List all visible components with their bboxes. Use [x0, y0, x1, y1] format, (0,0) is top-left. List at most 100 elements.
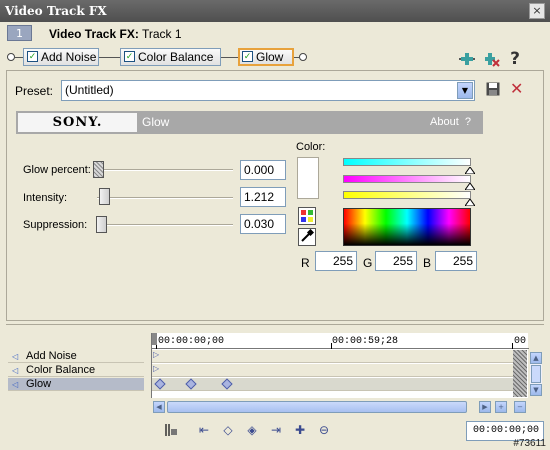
magenta-slider-pointer[interactable]	[465, 183, 475, 190]
delete-preset-icon[interactable]: ✕	[510, 80, 523, 98]
about-link[interactable]: About ?	[430, 116, 471, 128]
panel-divider[interactable]	[6, 324, 544, 325]
help-icon[interactable]: ?	[507, 51, 523, 68]
track-label: Color Balance	[26, 364, 96, 376]
remove-plug-in-icon[interactable]	[484, 51, 500, 67]
timeline-vertical-scrollbar[interactable]: ▲ ▼	[530, 352, 542, 396]
ruler-timecode: 00:00:00;00	[158, 336, 225, 347]
close-button[interactable]: ×	[529, 3, 545, 19]
keyframe-lane-color-balance[interactable]: ▷	[152, 364, 513, 377]
b-label: B	[423, 256, 432, 270]
cyan-gradient-slider[interactable]	[343, 158, 471, 166]
window-title: Video Track FX	[5, 4, 107, 18]
eyedropper-icon[interactable]	[298, 228, 316, 246]
time-ruler[interactable]: 00:00:00;00 00:00:59;28 00	[152, 333, 529, 349]
timeline-track-color-balance[interactable]: ◁ Color Balance	[8, 364, 144, 377]
last-keyframe-icon[interactable]: ⇥	[268, 422, 284, 438]
ruler-tick	[331, 343, 332, 349]
red-input[interactable]: 255	[315, 251, 357, 271]
color-label: Color:	[296, 141, 326, 153]
preset-dropdown[interactable]: (Untitled) ▼	[61, 80, 475, 101]
scroll-left-icon[interactable]: ◀	[153, 401, 165, 413]
magenta-gradient-slider[interactable]	[343, 175, 471, 183]
track-label: Glow	[26, 378, 52, 390]
fx-chain-add-noise-button[interactable]: ✓ Add Noise	[23, 48, 99, 66]
keyframe-area[interactable]: 00:00:00;00 00:00:59;28 00 ▷ ▷	[151, 333, 529, 398]
expand-arrow-icon[interactable]: ◁	[12, 364, 18, 377]
track-label: Add Noise	[26, 350, 77, 362]
glow-percent-label: Glow percent:	[23, 164, 91, 176]
intensity-input[interactable]: 1.212	[240, 187, 286, 207]
vertical-scroll-thumb[interactable]	[531, 365, 541, 383]
yellow-gradient-slider[interactable]	[343, 191, 471, 199]
green-input[interactable]: 255	[375, 251, 417, 271]
suppression-input[interactable]: 0.030	[240, 214, 286, 234]
keyframe-marker[interactable]	[221, 378, 233, 390]
suppression-label: Suppression:	[23, 219, 88, 231]
track-title: Video Track FX: Track 1	[49, 27, 182, 41]
playhead-marker[interactable]	[152, 333, 157, 345]
intensity-slider-thumb[interactable]	[99, 188, 110, 205]
scroll-right-icon[interactable]: ▶	[479, 401, 491, 413]
previous-keyframe-icon[interactable]: ◇	[220, 422, 236, 438]
title-bar[interactable]: Video Track FX ×	[0, 0, 550, 22]
horizontal-scroll-thumb[interactable]	[167, 401, 467, 413]
track-title-value: Track 1	[141, 27, 182, 41]
r-label: R	[301, 256, 310, 270]
chain-connector	[15, 57, 23, 58]
keyframe-transport: ⇤ ◇ ◈ ⇥ ✚ ⊖ 00:00:00;00	[151, 420, 544, 442]
glow-percent-slider-thumb[interactable]	[93, 161, 104, 178]
scroll-up-icon[interactable]: ▲	[530, 352, 542, 364]
plugin-panel: Preset: (Untitled) ▼ ✕ SONY. Glow About …	[6, 70, 544, 321]
checkbox-icon[interactable]: ✓	[27, 51, 38, 62]
keyframe-lane-glow[interactable]	[152, 378, 513, 391]
fx-chain-color-balance-button[interactable]: ✓ Color Balance	[120, 48, 221, 66]
zoom-in-icon[interactable]: +	[495, 401, 507, 413]
glow-percent-input[interactable]: 0.000	[240, 160, 286, 180]
keyframe-lane-add-noise[interactable]: ▷	[152, 350, 513, 363]
suppression-slider-track[interactable]	[97, 224, 233, 226]
about-label: About	[430, 116, 459, 128]
preset-value: (Untitled)	[65, 83, 114, 97]
checkbox-icon[interactable]: ✓	[124, 51, 135, 62]
checkbox-icon[interactable]: ✓	[242, 51, 253, 62]
fx-chain-glow-button[interactable]: ✓ Glow	[238, 48, 294, 66]
chain-connector	[221, 57, 238, 58]
glow-percent-slider-track[interactable]	[97, 169, 233, 171]
add-keyframe-icon[interactable]: ✚	[292, 422, 308, 438]
scroll-down-icon[interactable]: ▼	[530, 384, 542, 396]
video-track-fx-window: Video Track FX × 1 Video Track FX: Track…	[0, 0, 550, 450]
keyframe-marker[interactable]	[185, 378, 197, 390]
plugin-header-bar: SONY. Glow About ?	[16, 111, 483, 134]
plug-in-chain-icon[interactable]	[459, 51, 475, 67]
palette-icon[interactable]	[298, 207, 316, 225]
suppression-slider-thumb[interactable]	[96, 216, 107, 233]
track-header: 1 Video Track FX: Track 1	[0, 22, 550, 46]
keyframe-marker[interactable]	[154, 378, 166, 390]
yellow-slider-pointer[interactable]	[465, 199, 475, 206]
timeline-horizontal-scrollbar[interactable]: ◀ ▶ + −	[151, 400, 528, 414]
chevron-down-icon[interactable]: ▼	[457, 82, 473, 99]
timeline-track-add-noise[interactable]: ◁ Add Noise	[8, 350, 144, 363]
ruler-timecode: 00:00:59;28	[332, 336, 399, 347]
cyan-slider-pointer[interactable]	[465, 167, 475, 174]
fx-label: Color Balance	[138, 50, 214, 64]
sync-cursor-icon[interactable]	[163, 422, 179, 438]
sony-logo: SONY.	[18, 113, 137, 132]
g-label: G	[363, 256, 373, 270]
save-preset-icon[interactable]	[486, 82, 500, 96]
first-keyframe-icon[interactable]: ⇤	[196, 422, 212, 438]
intensity-slider-track[interactable]	[97, 197, 233, 199]
zoom-out-icon[interactable]: −	[514, 401, 526, 413]
lane-start-icon: ▷	[153, 350, 160, 359]
ruler-tick	[512, 343, 513, 349]
expand-arrow-icon[interactable]: ◁	[12, 378, 18, 391]
expand-arrow-icon[interactable]: ◁	[12, 350, 18, 363]
delete-keyframe-icon[interactable]: ⊖	[316, 422, 332, 438]
plugin-name: Glow	[142, 115, 170, 129]
fx-label: Glow	[256, 50, 284, 64]
next-keyframe-nav-icon[interactable]: ◈	[244, 422, 260, 438]
color-spectrum-picker[interactable]	[343, 208, 471, 246]
timeline-track-glow[interactable]: ◁ Glow	[8, 378, 144, 391]
blue-input[interactable]: 255	[435, 251, 477, 271]
